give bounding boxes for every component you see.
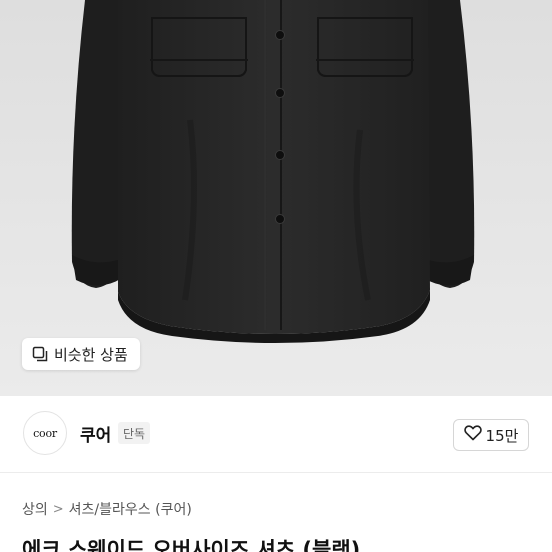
similar-items-label: 비슷한 상품 <box>54 345 128 364</box>
product-image[interactable] <box>0 0 552 396</box>
breadcrumb: 상의 > 셔츠/블라우스 (쿠어) <box>22 499 192 519</box>
brand-logo[interactable]: coor <box>23 411 67 455</box>
like-button[interactable]: 15만 <box>453 419 529 451</box>
shirt-product-photo <box>0 0 552 396</box>
product-title: 에크 스웨이드 오버사이즈 셔츠 (블랙) <box>22 538 361 552</box>
similar-items-icon <box>32 346 48 362</box>
exclusive-badge: 단독 <box>118 422 151 444</box>
heart-outline-icon <box>463 425 482 445</box>
brand-logo-text: coor <box>33 426 57 440</box>
breadcrumb-item-shirts[interactable]: 셔츠/블라우스 (쿠어) <box>69 499 192 519</box>
brand-name[interactable]: 쿠어 <box>80 421 111 446</box>
breadcrumb-item-top[interactable]: 상의 <box>22 499 48 519</box>
similar-items-button[interactable]: 비슷한 상품 <box>22 338 140 370</box>
breadcrumb-separator: > <box>52 501 64 517</box>
like-count: 15만 <box>485 426 519 445</box>
